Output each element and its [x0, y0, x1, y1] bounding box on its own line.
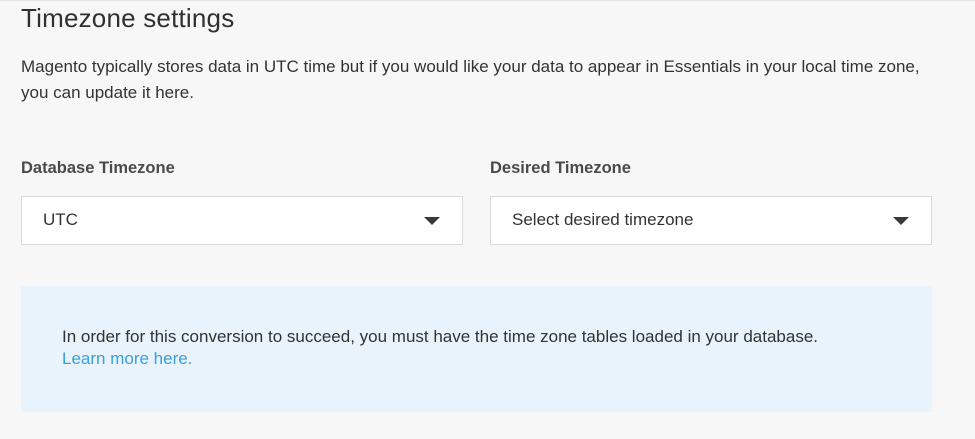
- page-title: Timezone settings: [21, 3, 235, 33]
- notice-message: In order for this conversion to succeed,…: [62, 327, 818, 346]
- database-timezone-value: UTC: [43, 210, 78, 229]
- section-description: Magento typically stores data in UTC tim…: [21, 57, 920, 102]
- database-timezone-label: Database Timezone: [21, 159, 175, 177]
- learn-more-link[interactable]: Learn more here.: [62, 349, 192, 368]
- chevron-down-icon: [893, 217, 909, 225]
- notice-text: In order for this conversion to succeed,…: [62, 326, 862, 370]
- timezone-notice: In order for this conversion to succeed,…: [21, 286, 932, 412]
- desired-timezone-value: Select desired timezone: [512, 210, 694, 229]
- database-timezone-select[interactable]: UTC: [21, 196, 463, 245]
- timezone-settings-page: Timezone settings Magento typically stor…: [0, 0, 975, 439]
- desired-timezone-select[interactable]: Select desired timezone: [490, 196, 932, 245]
- chevron-down-icon: [424, 217, 440, 225]
- desired-timezone-label: Desired Timezone: [490, 159, 631, 177]
